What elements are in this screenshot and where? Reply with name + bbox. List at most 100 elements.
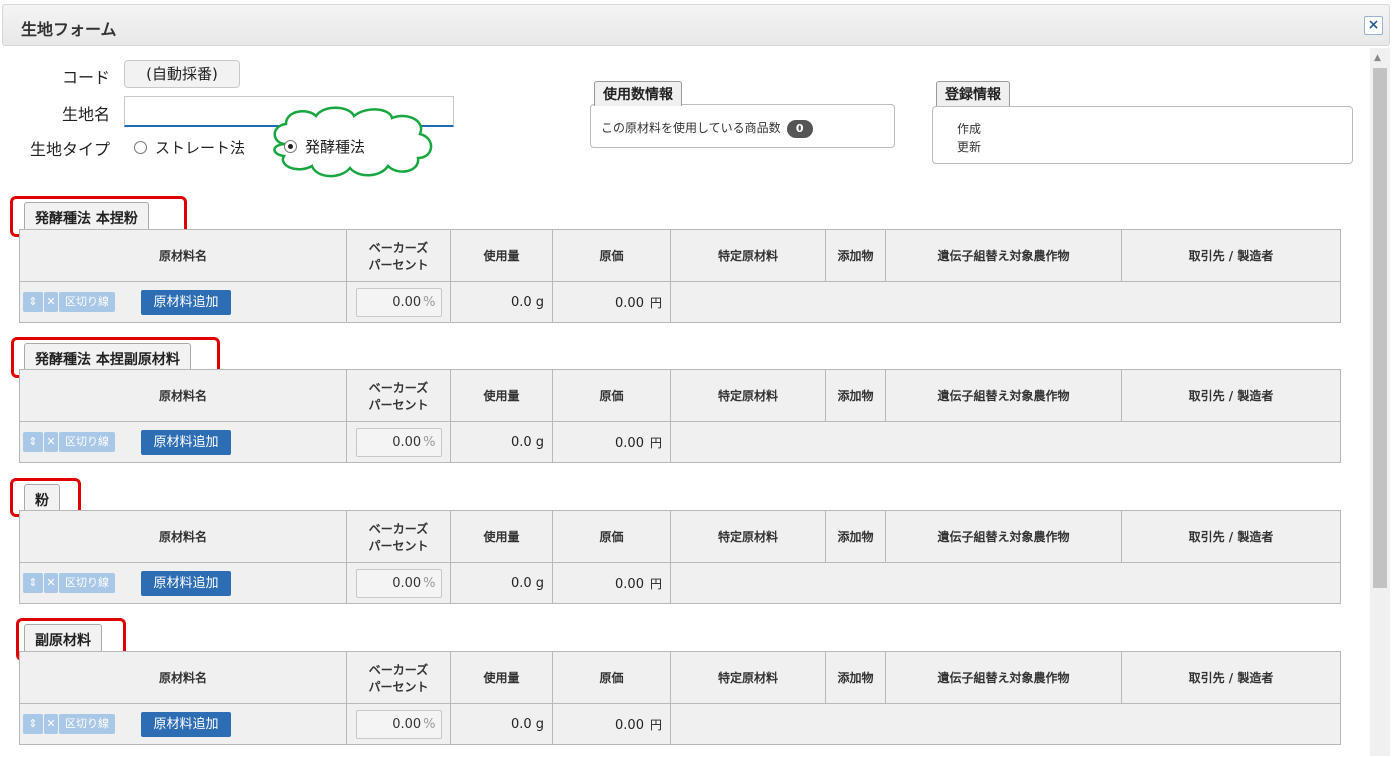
add-ingredient-button[interactable]: 原材料追加	[141, 711, 231, 737]
radio-fermented-circle[interactable]	[284, 140, 297, 153]
col-usage: 使用量	[450, 369, 553, 422]
table-header-row: 原材料名 ベーカーズ パーセント 使用量 原価 特定原材料 添加物 遺伝子組替え対…	[19, 510, 1341, 563]
bakers-percent-input[interactable]: 0.00%	[355, 568, 442, 598]
row-controls: ⇕ ✕ 区切り線 原材料追加	[19, 562, 347, 604]
col-cost: 原価	[552, 369, 671, 422]
radio-straight[interactable]: ストレート法	[134, 137, 245, 158]
table-row: ⇕ ✕ 区切り線 原材料追加 0.00% 0.0 g 0.00 円	[19, 562, 1341, 604]
bakers-percent-value: 0.00	[392, 434, 422, 450]
col-ingredient-name: 原材料名	[19, 369, 347, 422]
sort-handle-icon[interactable]: ⇕	[23, 573, 43, 593]
col-allergen: 特定原材料	[670, 369, 826, 422]
separator-button[interactable]: 区切り線	[59, 292, 115, 312]
col-bakers-line1: ベーカーズ	[368, 521, 429, 536]
col-bakers-percent: ベーカーズパーセント	[346, 510, 451, 563]
col-cost: 原価	[552, 651, 671, 704]
radio-fermented[interactable]: 発酵種法	[284, 136, 365, 157]
bakers-percent-cell: 0.00%	[346, 281, 451, 323]
add-ingredient-button[interactable]: 原材料追加	[141, 429, 231, 455]
vertical-scrollbar[interactable]: ▲	[1370, 48, 1390, 756]
col-ingredient-name: 原材料名	[19, 229, 347, 282]
bakers-percent-cell: 0.00%	[346, 421, 451, 463]
delete-icon[interactable]: ✕	[44, 573, 58, 593]
col-bakers-line2: パーセント	[368, 538, 429, 553]
separator-button[interactable]: 区切り線	[59, 714, 115, 734]
percent-unit: %	[423, 716, 436, 732]
sort-handle-icon[interactable]: ⇕	[23, 432, 43, 452]
ingredient-table: 原材料名 ベーカーズ パーセント 使用量 原価 特定原材料 添加物 遺伝子組替え対…	[19, 369, 1341, 463]
col-additive: 添加物	[825, 229, 886, 282]
cost-value: 0.00	[615, 295, 644, 311]
usage-info-box: この原材料を使用している商品数 0	[590, 104, 895, 148]
bakers-percent-input[interactable]: 0.00%	[355, 427, 442, 457]
close-icon[interactable]: ×	[1364, 16, 1383, 35]
cost-value: 0.00	[615, 435, 644, 451]
registration-info-box: 作成 更新	[932, 106, 1353, 164]
table-row: ⇕ ✕ 区切り線 原材料追加 0.00% 0.0 g 0.00 円	[19, 421, 1341, 463]
col-allergen: 特定原材料	[670, 229, 826, 282]
row-controls: ⇕ ✕ 区切り線 原材料追加	[19, 281, 347, 323]
add-ingredient-button[interactable]: 原材料追加	[141, 289, 231, 315]
col-bakers-line1: ベーカーズ	[368, 662, 429, 677]
separator-button[interactable]: 区切り線	[59, 432, 115, 452]
col-gmo: 遺伝子組替え対象農作物	[885, 229, 1122, 282]
scroll-up-icon[interactable]: ▲	[1374, 53, 1381, 63]
col-bakers-line1: ベーカーズ	[368, 240, 429, 255]
scrollbar-thumb[interactable]	[1373, 68, 1387, 588]
table-row: ⇕ ✕ 区切り線 原材料追加 0.00% 0.0 g 0.00 円	[19, 281, 1341, 323]
col-gmo: 遺伝子組替え対象農作物	[885, 369, 1122, 422]
usage-info-label: この原材料を使用している商品数	[601, 121, 781, 135]
sort-handle-icon[interactable]: ⇕	[23, 714, 43, 734]
created-label: 作成	[957, 122, 982, 136]
col-additive: 添加物	[825, 510, 886, 563]
col-gmo: 遺伝子組替え対象農作物	[885, 651, 1122, 704]
radio-straight-circle[interactable]	[134, 141, 147, 154]
col-bakers-line2: パーセント	[368, 679, 429, 694]
usage-cell: 0.0 g	[450, 281, 553, 323]
separator-button[interactable]: 区切り線	[59, 573, 115, 593]
usage-count-badge: 0	[786, 119, 813, 138]
col-usage: 使用量	[450, 510, 553, 563]
delete-icon[interactable]: ✕	[44, 432, 58, 452]
cost-cell: 0.00 円	[552, 281, 671, 323]
add-ingredient-button[interactable]: 原材料追加	[141, 570, 231, 596]
bakers-percent-input[interactable]: 0.00%	[355, 287, 442, 317]
extra-info-cell	[670, 703, 1341, 745]
delete-icon[interactable]: ✕	[44, 292, 58, 312]
radio-fermented-label: 発酵種法	[305, 138, 366, 156]
col-allergen: 特定原材料	[670, 510, 826, 563]
extra-info-cell	[670, 421, 1341, 463]
table-header-row: 原材料名 ベーカーズ パーセント 使用量 原価 特定原材料 添加物 遺伝子組替え対…	[19, 369, 1341, 422]
sort-handle-icon[interactable]: ⇕	[23, 292, 43, 312]
usage-info-text: この原材料を使用している商品数 0	[601, 119, 813, 138]
col-supplier: 取引先 / 製造者	[1121, 229, 1341, 282]
dialog-titlebar: 生地フォーム ×	[2, 4, 1390, 46]
col-cost: 原価	[552, 229, 671, 282]
extra-info-cell	[670, 281, 1341, 323]
col-cost: 原価	[552, 510, 671, 563]
row-controls: ⇕ ✕ 区切り線 原材料追加	[19, 703, 347, 745]
col-ingredient-name: 原材料名	[19, 651, 347, 704]
percent-unit: %	[423, 575, 436, 591]
col-bakers-percent: ベーカーズ パーセント	[346, 369, 451, 422]
col-gmo: 遺伝子組替え対象農作物	[885, 510, 1122, 563]
yen-unit: 円	[649, 576, 662, 591]
col-supplier: 取引先 / 製造者	[1121, 510, 1341, 563]
bakers-percent-value: 0.00	[392, 575, 422, 591]
cost-value: 0.00	[615, 717, 644, 733]
col-bakers-percent: ベーカーズ パーセント	[346, 229, 451, 282]
usage-cell: 0.0 g	[450, 703, 553, 745]
percent-unit: %	[423, 434, 436, 450]
table-header-row: 原材料名 ベーカーズ パーセント 使用量 原価 特定原材料 添加物 遺伝子組替え対…	[19, 651, 1341, 704]
cost-cell: 0.00 円	[552, 703, 671, 745]
col-usage: 使用量	[450, 651, 553, 704]
bakers-percent-input[interactable]: 0.00%	[355, 709, 442, 739]
yen-unit: 円	[649, 295, 662, 310]
code-label: コード	[61, 68, 110, 87]
table-header-row: 原材料名 ベーカーズ パーセント 使用量 原価 特定原材料 添加物 遺伝子組替え対…	[19, 229, 1341, 282]
delete-icon[interactable]: ✕	[44, 714, 58, 734]
col-allergen: 特定原材料	[670, 651, 826, 704]
ingredient-table: 原材料名 ベーカーズ パーセント 使用量 原価 特定原材料 添加物 遺伝子組替え対…	[19, 651, 1341, 745]
usage-info-tab: 使用数情報	[594, 81, 682, 106]
percent-unit: %	[423, 294, 436, 310]
